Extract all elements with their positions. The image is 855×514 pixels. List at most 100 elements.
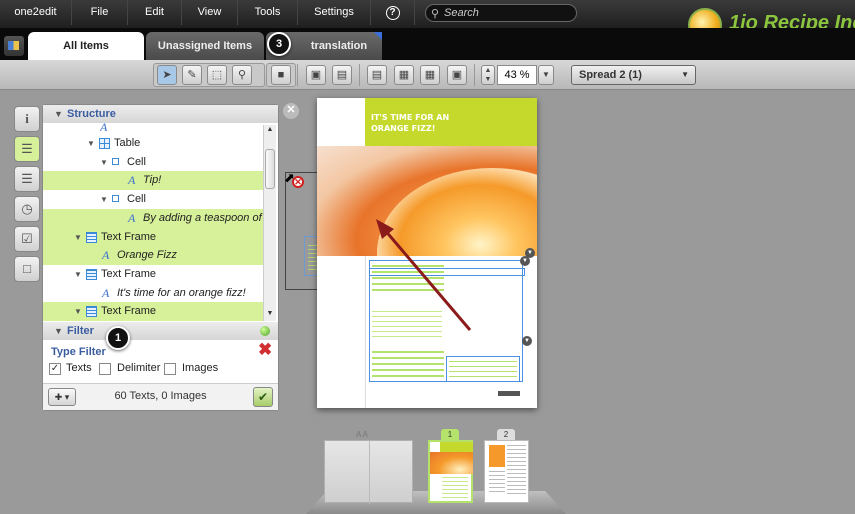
frame-menu-icon[interactable]: ▼ [520,256,530,266]
structure-tree: ▼ Table ▼ Cell A Tip! ▼ Cell A By adding a teaspo… [43,134,263,321]
expand-triangle-icon[interactable]: ▼ [87,134,95,153]
layout-icon [8,41,19,50]
image-frame-button[interactable]: ▣ [306,65,326,85]
toolbar-divider [474,64,475,86]
structure-tree-row[interactable]: ▼ Cell [43,153,263,172]
structure-tree-row-label: Tip! [143,174,162,187]
master-spread-label: A A [356,430,369,439]
steps-text-lines [372,351,444,379]
structure-tree-row[interactable]: ▼ Cell [43,190,263,209]
page-2-thumbnail[interactable] [484,440,529,503]
menu-view[interactable]: View [182,0,238,25]
toolbar: ➤ ✎ ⬚ ⚲ ■ ▣ ▤ ▤ ▦ ▦ ▣ ▲ ▼ 43 % ▼ Spread … [0,60,855,90]
zoom-down-icon: ▼ [484,76,492,83]
help-button[interactable]: ? [371,0,415,25]
tab-all-items[interactable]: All Items [28,32,144,60]
structure-panel-button[interactable]: ☰ [14,136,40,162]
structure-tree-row[interactable]: A By adding a teaspoon of c... [43,208,263,228]
structure-tree-row[interactable]: ▼ Table [43,134,263,153]
page-1-thumbnail[interactable] [428,440,473,503]
edit-tool-button[interactable]: ✎ [182,65,202,85]
master-spread-thumbnail[interactable] [324,440,413,504]
apply-filter-button[interactable]: ✔ [253,387,273,407]
frame-menu-icon[interactable]: ▼ [522,336,532,346]
scroll-up-icon: ▲ [266,126,274,133]
delimiter-checkbox[interactable] [99,363,111,375]
text-frame-icon [86,306,97,318]
select-tool-button[interactable]: ➤ [157,65,177,85]
structure-tree-row[interactable]: ▼ Text Frame [43,302,263,321]
search-placeholder: Search [444,7,479,19]
comments-panel-button[interactable]: □ [14,256,40,282]
thumb-photo [489,445,505,467]
menu-one2edit[interactable]: one2edit [0,0,72,25]
tab-unassigned-items[interactable]: Unassigned Items [146,32,264,60]
zoom-dropdown-button[interactable]: ▼ [538,65,554,85]
structure-panel-header[interactable]: ▼ Structure [43,105,278,123]
info-panel-button[interactable]: i [14,106,40,132]
view-columns-button[interactable]: ▦ [394,65,414,85]
expand-triangle-icon[interactable]: ▼ [74,302,82,321]
menu-edit[interactable]: Edit [128,0,182,25]
spread-select[interactable]: Spread 2 (1) ▼ [571,65,696,85]
expand-triangle-icon[interactable]: ▼ [74,228,82,247]
thumb-photo [430,452,473,474]
search-input[interactable]: ⚲ Search [425,4,577,22]
expand-triangle-icon[interactable]: ▼ [100,190,108,209]
view-single-button[interactable]: ▤ [367,65,387,85]
view-grid-button[interactable]: ▦ [420,65,440,85]
texts-checkbox[interactable]: ✓ [49,363,61,375]
frame-tool-button[interactable]: ⬚ [207,65,227,85]
structure-tree-icon: ☰ [21,141,33,156]
callout-badge-3: 3 [267,32,291,56]
filter-footer: ✚ ▾ 60 Texts, 0 Images ✔ [43,383,278,410]
layers-icon: ☰ [21,171,33,186]
structure-tree-row[interactable]: A It's time for an orange fizz! [43,284,263,303]
text-frame-button[interactable]: ▤ [332,65,352,85]
tab-bar: All Items Unassigned Items translation [0,28,855,60]
filter-panel-header[interactable]: ▼ Filter [43,322,278,340]
comment-tool-button[interactable]: ■ [271,65,291,85]
table-icon [99,138,110,149]
structure-tree-row[interactable]: A Orange Fizz [43,246,263,266]
structure-tree-row-label: Text Frame [101,230,157,243]
zoom-stepper[interactable]: ▲ ▼ [481,65,495,85]
clear-filter-button[interactable]: ✖ [258,341,272,358]
grid-icon: ▦ [424,69,436,81]
structure-scrollbar[interactable]: ▲ ▼ [263,125,276,321]
structure-tree-row-label: Text Frame [101,305,157,318]
comment-icon: □ [23,261,31,276]
scroll-thumb[interactable] [265,149,275,189]
close-panel-button[interactable]: ✕ [283,103,299,119]
tip-frame-outline[interactable] [446,356,520,382]
expand-triangle-icon[interactable]: ▼ [100,153,108,172]
frame-select-icon: ⬚ [211,69,223,81]
menu-settings[interactable]: Settings [298,0,371,25]
images-checkbox[interactable] [164,363,176,375]
view-preview-button[interactable]: ▣ [447,65,467,85]
text-frame-icon [86,231,97,243]
page-2-tab[interactable]: 2 [497,429,515,440]
text-a-icon: A [102,248,110,263]
structure-tree-row[interactable]: A Tip! [43,171,263,191]
chevron-down-icon: ▼ [542,70,550,79]
workspace-toggle-button[interactable] [4,36,24,56]
structure-tree-row[interactable]: ▼ Text Frame [43,227,263,247]
speech-bubble-icon: ■ [277,69,285,81]
page-1-tab[interactable]: 1 [441,429,459,440]
history-panel-button[interactable]: ◷ [14,196,40,222]
tab-translation-label: translation [310,40,368,52]
checkmark-icon: ✔ [257,390,269,404]
arrow-shaft [382,228,472,331]
expand-triangle-icon[interactable]: ▼ [74,265,82,284]
structure-tree-row[interactable]: ▼ Text Frame [43,265,263,284]
layers-panel-button[interactable]: ☰ [14,166,40,192]
zoom-tool-button[interactable]: ⚲ [232,65,252,85]
menu-tools[interactable]: Tools [238,0,298,25]
delimiter-option-label: Delimiter [117,362,161,374]
pencil-icon: ✎ [187,69,197,81]
zoom-input[interactable]: 43 % [497,65,537,85]
tasks-panel-button[interactable]: ☑ [14,226,40,252]
callout-badge-1: 1 [106,326,130,350]
menu-file[interactable]: File [72,0,128,25]
